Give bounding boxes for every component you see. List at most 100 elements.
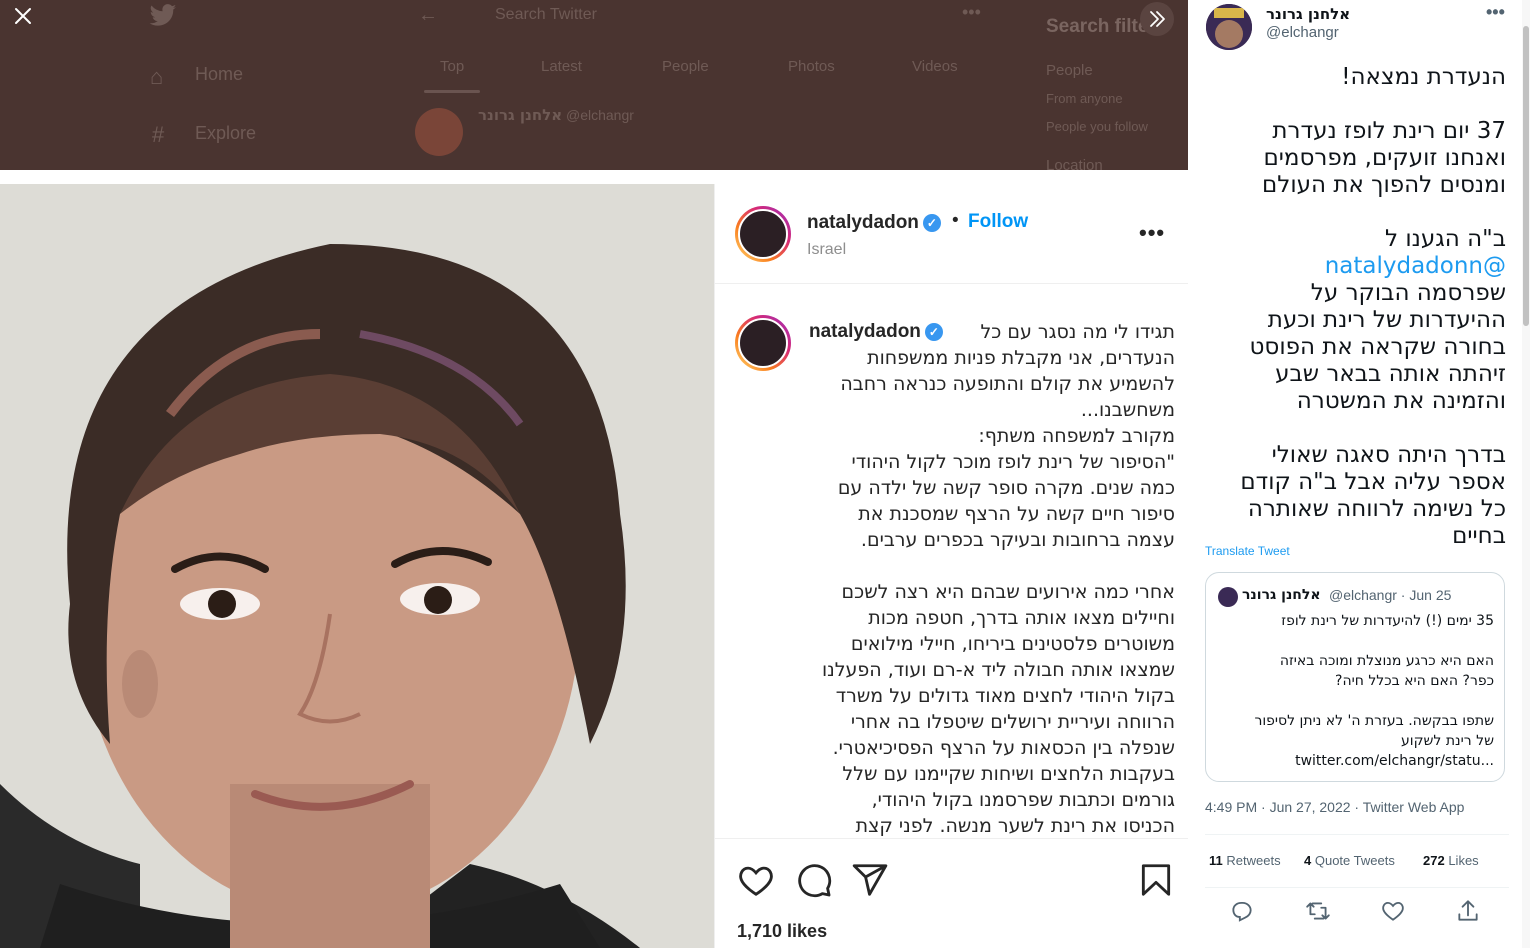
- share-icon[interactable]: [851, 861, 889, 899]
- search-input: Search Twitter: [495, 6, 597, 23]
- filter-location: Location: [1046, 157, 1103, 170]
- tweet-line: והזמינה את המשטרה: [1296, 388, 1506, 414]
- tab-top: Top: [440, 58, 465, 75]
- nav-home: Home: [195, 64, 244, 84]
- portrait-image: [0, 184, 714, 948]
- caption-line: הכניסו את רינת לשער מנשה. לפני קצת: [855, 815, 1175, 837]
- filter-people-you-follow: People you follow: [1046, 119, 1148, 134]
- likes-stat[interactable]: 272 Likes: [1423, 853, 1479, 868]
- caption-gap: [807, 553, 1175, 579]
- result-handle: @elchangr: [566, 107, 634, 123]
- separator-dot: •: [952, 210, 959, 231]
- avatar[interactable]: [735, 206, 791, 262]
- active-tab-indicator: [424, 90, 480, 93]
- tab-people: People: [662, 58, 709, 75]
- bookmark-icon[interactable]: [1137, 861, 1175, 899]
- quote-tweets-stat[interactable]: 4 Quote Tweets: [1304, 853, 1395, 868]
- twitter-logo-icon: [149, 4, 177, 26]
- more-icon: •••: [962, 2, 981, 22]
- tweet-timestamp[interactable]: 4:49 PM · Jun 27, 2022 · Twitter Web App: [1205, 799, 1464, 815]
- tweet-line: ההיעדרות של רינת וכעת: [1267, 307, 1506, 333]
- tweet-line: 37 יום רינת לופז נעדרת: [1272, 118, 1506, 144]
- mention-link[interactable]: @natalydadonn: [1325, 253, 1506, 279]
- caption-line: עצמה ברחובות ובעיקר בכפרים ערבים.: [860, 529, 1175, 551]
- post-header: natalydadon ✓ • Follow Israel •••: [715, 184, 1189, 284]
- tweet-line: ואנחנו זועקים, מפרסמים: [1263, 145, 1506, 171]
- post-username[interactable]: natalydadon ✓: [807, 212, 941, 234]
- like-heart-icon[interactable]: [737, 861, 775, 899]
- caption-line: אחרי כמה אירועים שבהם היא רצה לשכם: [841, 581, 1175, 603]
- filter-from-anyone: From anyone: [1046, 91, 1123, 106]
- quoted-link: twitter.com/elchangr/statu...: [1295, 753, 1494, 769]
- avatar-image: [1206, 4, 1252, 50]
- reply-icon[interactable]: [1229, 898, 1255, 924]
- quoted-line: 35 ימים (!) להיעדרות של רינת לופז: [1281, 613, 1494, 629]
- quoted-tweet[interactable]: אלחנן גרונר @elchangr · Jun 25 35 ימים (…: [1205, 572, 1505, 782]
- caption-line: שנפלה בין הכסאות על הרצף הפסיכיאטרי.: [832, 737, 1175, 759]
- quoted-author-handle: @elchangr · Jun 25: [1329, 587, 1452, 603]
- author-handle[interactable]: @elchangr: [1266, 24, 1339, 41]
- quoted-author-name: אלחנן גרונר: [1242, 587, 1321, 603]
- caption-line: תגידו לי מה נסגר עם כל: [980, 321, 1175, 343]
- tweet-line: כל נשימה לרווחה שאותרה: [1247, 496, 1506, 522]
- tab-latest: Latest: [541, 58, 582, 75]
- hashtag-icon: #: [152, 122, 165, 147]
- translate-tweet-link[interactable]: Translate Tweet: [1205, 544, 1290, 558]
- quoted-line: של רינת לשקוע: [1400, 733, 1494, 749]
- caption-text: תגידו לי מה נסגר עם כל הנעדרים, אני מקבל…: [807, 319, 1175, 839]
- caption-line: הנעדרים, אני מקבלת פניות ממשפחות: [867, 347, 1175, 369]
- quoted-line: האם היא כרגע מנוצלת ומוכה באיזה: [1279, 653, 1494, 669]
- tweet-line-with-mention: ב"ה הגענו ל @natalydadonn: [1324, 226, 1506, 279]
- retweet-icon[interactable]: [1305, 898, 1331, 924]
- caption-line: בעקבות הלחצים ושיחות שקיימנו עם שלל: [842, 763, 1175, 785]
- likes-count[interactable]: 1,710 likes: [737, 921, 827, 942]
- caption-line: וחיילים מצאו אותה בדרך, חטפה מכות: [868, 607, 1175, 629]
- caption-line: סיפור חיים קשה על הרצף שמסכנת את: [858, 503, 1175, 525]
- image-viewer: ← Search Twitter ••• Search filters ⌂ Ho…: [0, 0, 1530, 948]
- tab-videos: Videos: [912, 58, 958, 75]
- double-chevron-right-icon: [1150, 11, 1165, 27]
- nav-explore: Explore: [195, 123, 257, 143]
- caption-line: שמצאו אותה חבולה ליד א-רם ועוד, הפעלנו: [821, 659, 1175, 681]
- expand-sidebar-button[interactable]: [1140, 2, 1174, 36]
- quoted-line: שתפו בבקשה. בעזרת ה' לא ניתן לסיפור: [1254, 713, 1494, 729]
- post-location[interactable]: Israel: [807, 241, 846, 259]
- caption-avatar[interactable]: [735, 315, 791, 371]
- back-arrow-icon: ←: [418, 4, 438, 26]
- post-caption: תגידו לי מה נסגר עם כל הנעדרים, אני מקבל…: [715, 285, 1189, 839]
- follow-button[interactable]: Follow: [968, 211, 1028, 233]
- dimmed-background-app: ← Search Twitter ••• Search filters ⌂ Ho…: [0, 0, 1188, 170]
- tweet-line: אספר עליה אבל ב"ה קודם: [1240, 469, 1506, 495]
- close-button[interactable]: [8, 4, 38, 34]
- tweet-line: הנעדרת נמצאה!: [1341, 64, 1506, 90]
- tweet-line: ומנסים להפוך את העולם: [1262, 172, 1506, 198]
- comment-icon[interactable]: [795, 861, 833, 899]
- portrait-photo: [0, 184, 714, 948]
- tweet-line: שפרסמה הבוקר על: [1310, 280, 1506, 306]
- author-name[interactable]: אלחנן גרונר: [1266, 5, 1350, 23]
- caption-line: גורמים וכתבות שפרסמנו בקול היהודי,: [871, 789, 1175, 811]
- caption-line: "הסיפור של רינת לופז מוכר לקול היהודי: [851, 451, 1175, 473]
- retweets-stat[interactable]: 11 Retweets: [1209, 853, 1281, 868]
- close-icon: [15, 8, 31, 24]
- filter-people: People: [1046, 62, 1093, 79]
- scrollbar-thumb[interactable]: [1523, 26, 1529, 326]
- instagram-post: natalydadon ✓ • Follow Israel ••• תגידו ל…: [714, 184, 1189, 948]
- caption-line: בקול היהודי לחצים מאוד גדולים על משרד: [835, 685, 1175, 707]
- more-options-button[interactable]: •••: [1486, 2, 1505, 23]
- caption-line: משחשבנו...: [1080, 399, 1175, 421]
- more-options-button[interactable]: •••: [1139, 220, 1165, 246]
- tweet-line: בדרך היתה סאגה שאולי: [1271, 442, 1506, 468]
- caption-line: משוטרים פלסטינים ביריחו, חיילי מילואים: [850, 633, 1175, 655]
- share-icon[interactable]: [1455, 898, 1481, 924]
- quoted-line: כפר? האם היא בכלל חיה?: [1335, 673, 1494, 689]
- quoted-text: 35 ימים (!) להיעדרות של רינת לופז האם הי…: [1216, 611, 1494, 771]
- post-actions: 1,710 likes: [715, 838, 1189, 948]
- avatar[interactable]: [1206, 4, 1252, 50]
- verified-badge-icon: ✓: [924, 322, 943, 341]
- media-area: ← Search Twitter ••• Search filters ⌂ Ho…: [0, 0, 1189, 948]
- avatar: [415, 108, 463, 156]
- caption-line: כמה שנים. מקרה סופר קשה של ילדה עם: [837, 477, 1175, 499]
- like-icon[interactable]: [1380, 898, 1406, 924]
- caption-username[interactable]: natalydadon ✓: [809, 321, 943, 343]
